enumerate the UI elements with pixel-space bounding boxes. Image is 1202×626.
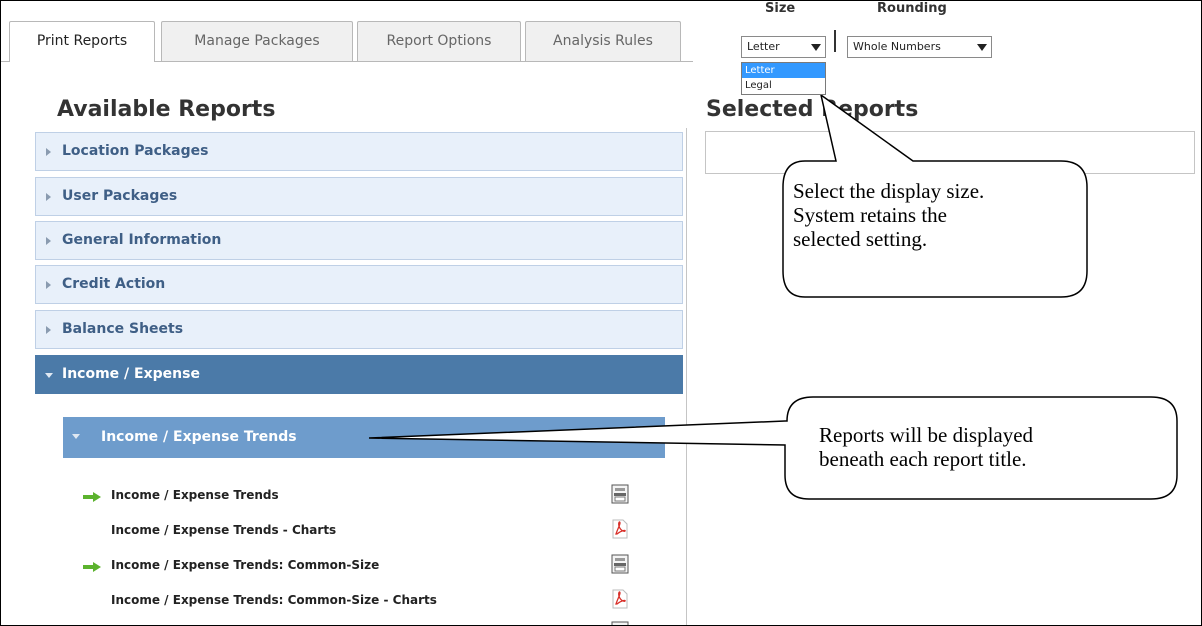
report-title[interactable]: Income / Expense Trends: Common-Size - C… bbox=[111, 593, 437, 607]
report-row-partial bbox=[35, 621, 675, 626]
chevron-right-icon bbox=[46, 281, 51, 289]
rounding-label: Rounding bbox=[877, 1, 947, 16]
tab-print-reports[interactable]: Print Reports bbox=[9, 21, 155, 62]
section-label: Income / Expense bbox=[62, 366, 200, 382]
rounding-select[interactable]: Whole Numbers bbox=[847, 36, 992, 58]
pdf-icon[interactable] bbox=[611, 519, 629, 539]
available-reports-heading: Available Reports bbox=[57, 97, 276, 122]
reports-callout-text: Reports will be displayed beneath each r… bbox=[819, 423, 1034, 471]
printer-icon[interactable] bbox=[611, 554, 629, 574]
section-label: Location Packages bbox=[62, 143, 209, 159]
chevron-right-icon bbox=[46, 237, 51, 245]
subsection-label: Income / Expense Trends bbox=[101, 429, 297, 445]
available-reports-panel: Location Packages User Packages General … bbox=[35, 128, 687, 626]
chevron-right-icon bbox=[46, 148, 51, 156]
report-title[interactable]: Income / Expense Trends bbox=[111, 488, 279, 502]
size-label: Size bbox=[765, 1, 796, 16]
tab-analysis-rules[interactable]: Analysis Rules bbox=[525, 21, 681, 61]
printer-icon[interactable] bbox=[611, 621, 629, 626]
report-title[interactable]: Income / Expense Trends: Common-Size bbox=[111, 558, 379, 572]
control-separator bbox=[834, 30, 836, 52]
size-option-legal[interactable]: Legal bbox=[742, 78, 825, 93]
size-callout-text: Select the display size. System retains … bbox=[793, 179, 985, 251]
selected-reports-heading: Selected Reports bbox=[706, 97, 919, 122]
selected-reports-list[interactable] bbox=[705, 131, 1195, 174]
section-general-information[interactable]: General Information bbox=[35, 221, 683, 260]
size-select[interactable]: Letter bbox=[741, 36, 826, 58]
report-row: Income / Expense Trends: Common-Size bbox=[35, 554, 675, 580]
tab-report-options[interactable]: Report Options bbox=[357, 21, 521, 61]
section-label: General Information bbox=[62, 232, 222, 248]
pdf-icon[interactable] bbox=[611, 589, 629, 609]
size-dropdown-list: Letter Legal bbox=[741, 62, 826, 95]
chevron-down-icon bbox=[811, 44, 821, 51]
rounding-select-value: Whole Numbers bbox=[853, 40, 941, 53]
tab-manage-packages[interactable]: Manage Packages bbox=[161, 21, 353, 61]
chevron-down-icon bbox=[977, 44, 987, 51]
report-row: Income / Expense Trends - Charts bbox=[35, 519, 675, 545]
section-credit-action[interactable]: Credit Action bbox=[35, 265, 683, 304]
report-row: Income / Expense Trends: Common-Size - C… bbox=[35, 589, 675, 615]
section-location-packages[interactable]: Location Packages bbox=[35, 132, 683, 171]
chevron-down-icon bbox=[45, 373, 53, 378]
report-title[interactable]: Income / Expense Trends - Charts bbox=[111, 523, 336, 537]
chevron-right-icon bbox=[46, 326, 51, 334]
size-option-letter[interactable]: Letter bbox=[742, 63, 825, 78]
section-label: Credit Action bbox=[62, 276, 166, 292]
subsection-income-expense-trends[interactable]: Income / Expense Trends bbox=[63, 417, 665, 458]
chevron-down-icon bbox=[72, 434, 80, 439]
printer-icon[interactable] bbox=[611, 484, 629, 504]
section-user-packages[interactable]: User Packages bbox=[35, 177, 683, 216]
green-arrow-icon bbox=[83, 492, 101, 502]
section-label: User Packages bbox=[62, 188, 178, 204]
size-select-value: Letter bbox=[747, 40, 780, 53]
section-income-expense[interactable]: Income / Expense bbox=[35, 355, 683, 394]
section-label: Balance Sheets bbox=[62, 321, 184, 337]
app-window: Print Reports Manage Packages Report Opt… bbox=[0, 0, 1202, 626]
report-row: Income / Expense Trends bbox=[35, 484, 675, 510]
green-arrow-icon bbox=[83, 562, 101, 572]
chevron-right-icon bbox=[46, 193, 51, 201]
section-balance-sheets[interactable]: Balance Sheets bbox=[35, 310, 683, 349]
